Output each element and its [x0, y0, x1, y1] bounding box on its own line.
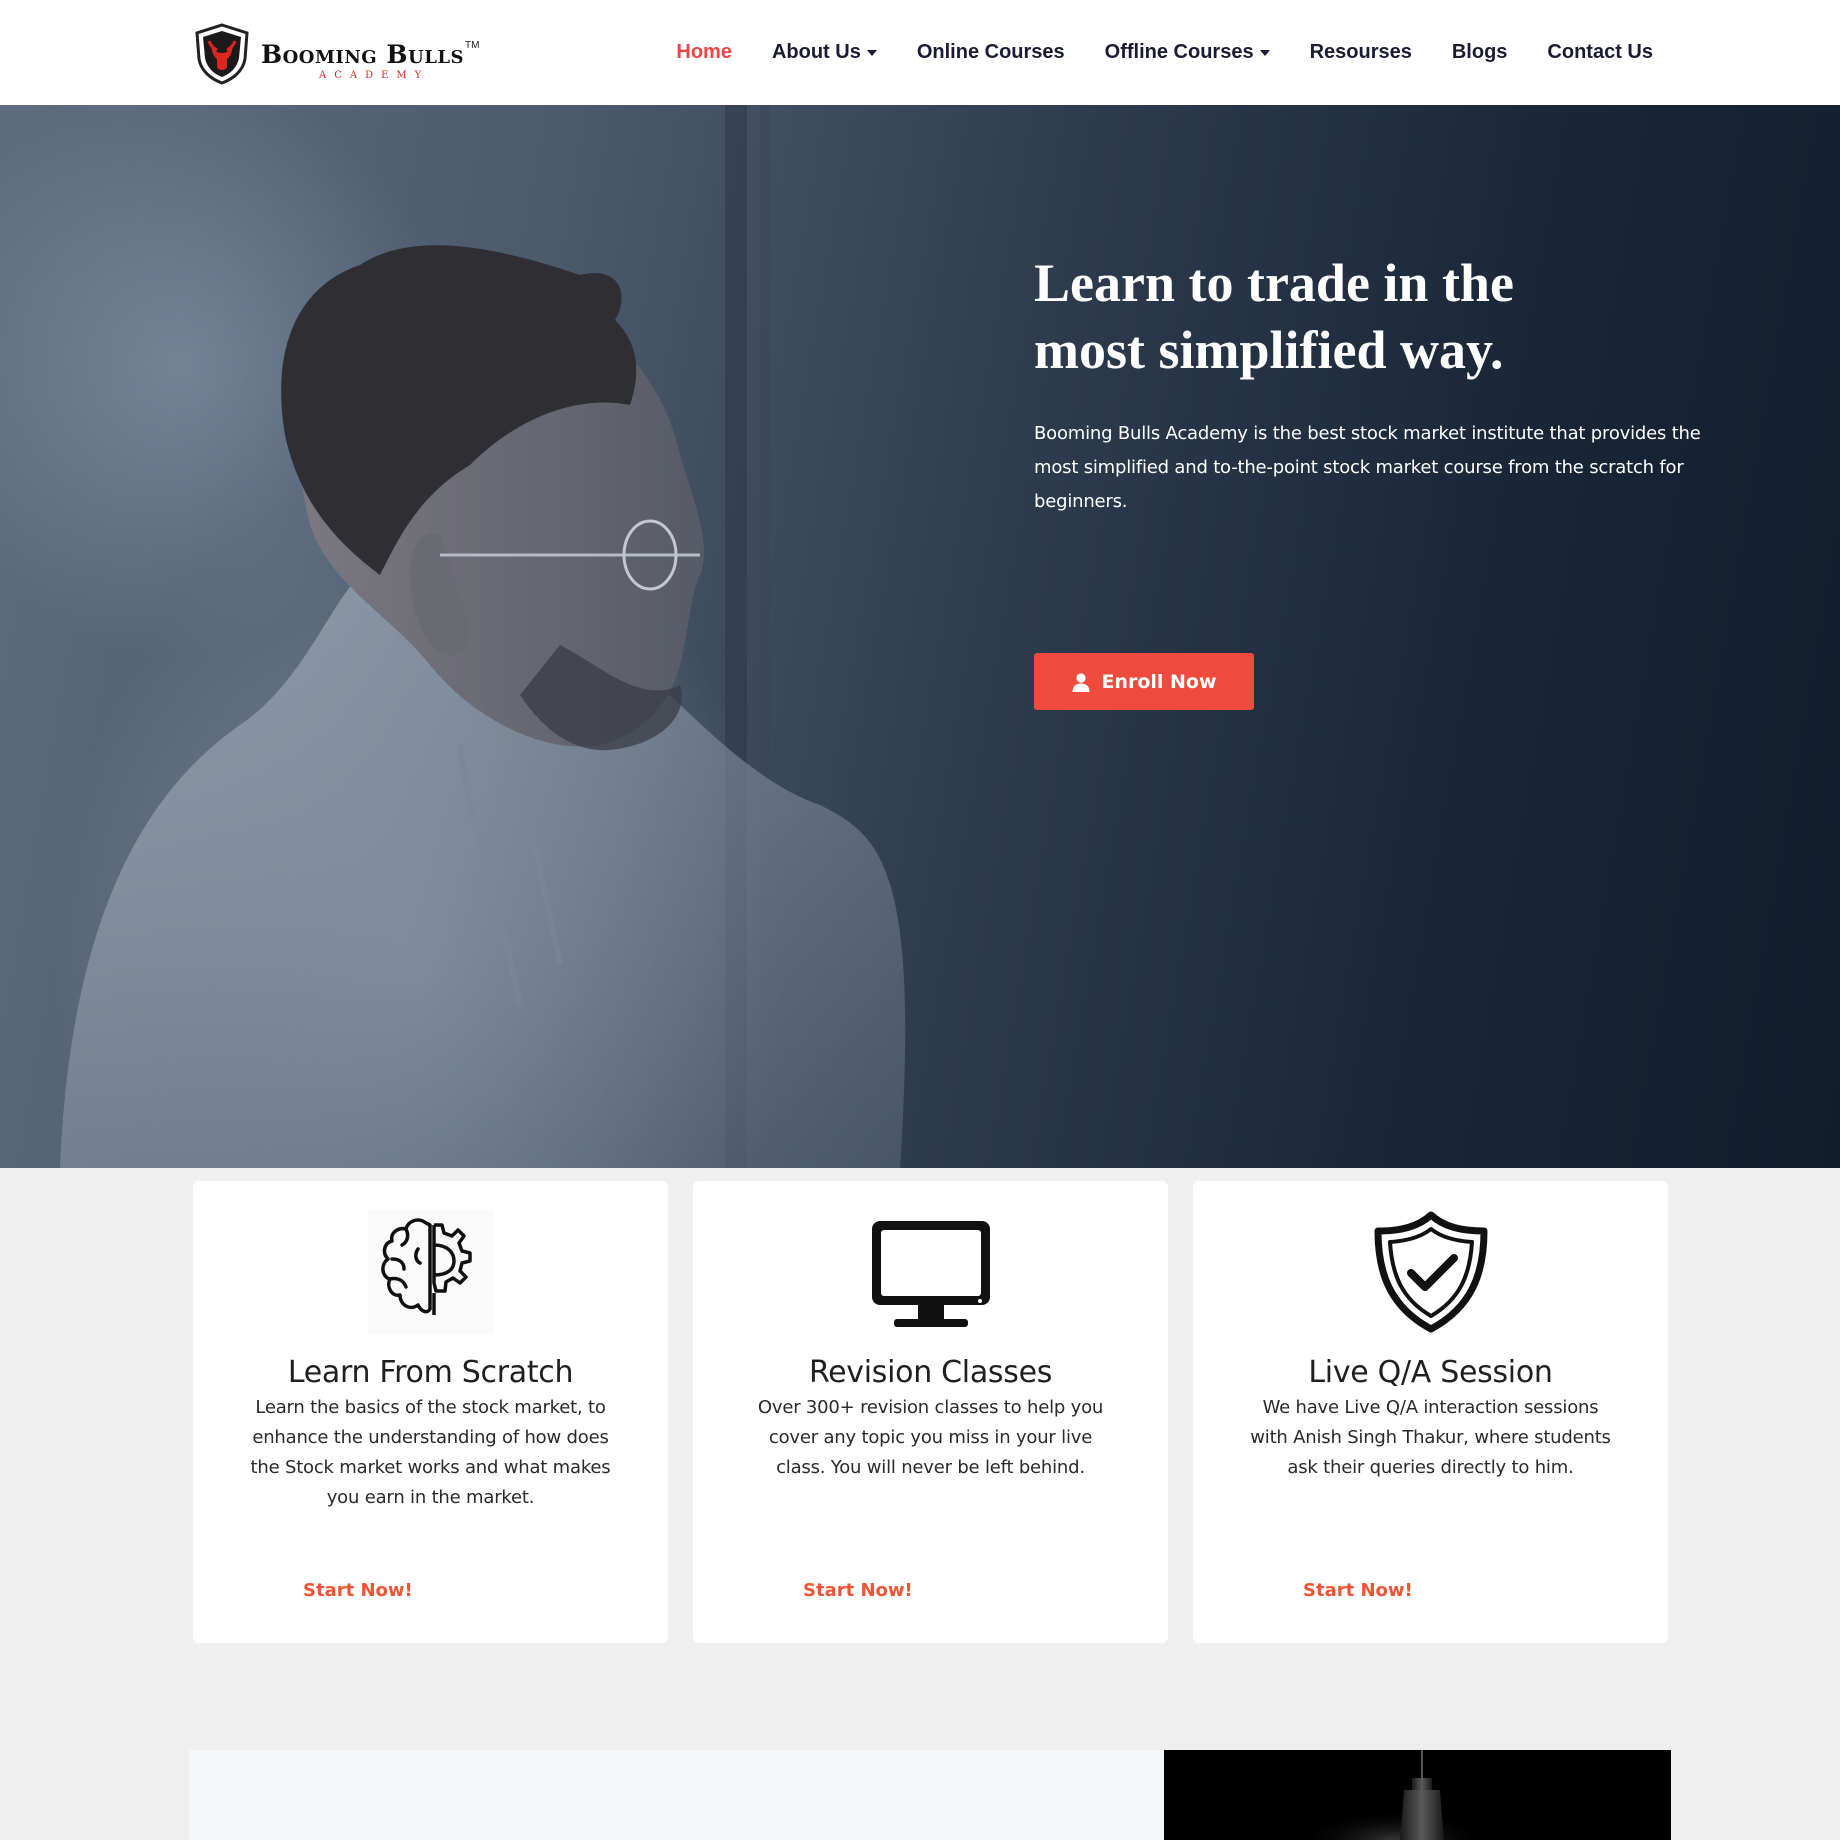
feature-title: Revision Classes	[808, 1355, 1053, 1390]
nav-about-us-label: About Us	[771, 41, 861, 63]
feature-card-learn-from-scratch: Learn From Scratch Learn the basics of t…	[193, 1181, 668, 1643]
brand-wordmark: Booming BullsTM ACADEMY	[261, 39, 480, 81]
nav-contact-us[interactable]: Contact Us	[1547, 41, 1653, 64]
trademark-mark: TM	[465, 39, 480, 51]
feature-description: We have Live Q/A interaction sessions wi…	[1250, 1397, 1611, 1478]
nav-online-courses-label: Online Courses	[916, 41, 1065, 63]
brand-logo[interactable]: Booming BullsTM ACADEMY	[193, 22, 503, 86]
nav-offline-courses[interactable]: Offline Courses	[1105, 41, 1270, 64]
feature-title: Learn From Scratch	[287, 1355, 574, 1390]
pendant-lamp-image	[1164, 1750, 1671, 1840]
feature-card-live-qa-session: Live Q/A Session We have Live Q/A intera…	[1193, 1181, 1668, 1643]
main-nav: Home About Us Online Courses Offline Cou…	[676, 0, 1653, 105]
nav-home-label: Home	[676, 41, 732, 63]
next-section-image	[1164, 1750, 1671, 1840]
bull-shield-logo-icon	[195, 23, 249, 85]
monitor-icon	[871, 1221, 990, 1327]
hero-content: Learn to trade in the most simplified wa…	[1034, 250, 1724, 710]
start-now-link[interactable]: Start Now!	[1303, 1580, 1413, 1601]
hero-description: Booming Bulls Academy is the best stock …	[1034, 423, 1701, 512]
nav-home[interactable]: Home	[676, 41, 732, 64]
nav-resources-label: Resourses	[1309, 41, 1412, 63]
hero-title-line-1: Learn to trade in the	[1034, 253, 1514, 313]
caret-down-icon	[1259, 49, 1270, 56]
brand-name: Booming Bulls	[261, 39, 465, 69]
nav-blogs-label: Blogs	[1451, 41, 1508, 63]
nav-offline-courses-label: Offline Courses	[1104, 41, 1254, 63]
nav-contact-us-label: Contact Us	[1547, 41, 1653, 63]
site-header: Booming BullsTM ACADEMY Home About Us On…	[0, 0, 1840, 105]
start-now-link[interactable]: Start Now!	[303, 1580, 413, 1601]
hero-title: Learn to trade in the most simplified wa…	[1034, 250, 1724, 384]
feature-title: Live Q/A Session	[1308, 1355, 1553, 1390]
caret-down-icon	[866, 49, 877, 56]
user-icon	[1072, 672, 1090, 692]
feature-description: Learn the basics of the stock market, to…	[250, 1397, 611, 1508]
nav-online-courses[interactable]: Online Courses	[917, 41, 1065, 64]
next-section-panel	[189, 1750, 1164, 1840]
start-now-link[interactable]: Start Now!	[803, 1580, 913, 1601]
hero-title-line-2: most simplified way.	[1034, 320, 1504, 380]
shield-check-icon	[1374, 1211, 1487, 1333]
nav-resources[interactable]: Resourses	[1310, 41, 1412, 64]
feature-card-revision-classes: Revision Classes Over 300+ revision clas…	[693, 1181, 1168, 1643]
enroll-now-label: Enroll Now	[1101, 670, 1217, 693]
nav-about-us[interactable]: About Us	[772, 41, 877, 64]
feature-description: Over 300+ revision classes to help you c…	[757, 1397, 1104, 1478]
hero-banner: Learn to trade in the most simplified wa…	[0, 105, 1840, 1168]
brain-gear-icon	[367, 1209, 494, 1335]
enroll-now-button[interactable]: Enroll Now	[1034, 653, 1254, 710]
brand-subtitle: ACADEMY	[319, 69, 430, 81]
nav-blogs[interactable]: Blogs	[1452, 41, 1508, 64]
